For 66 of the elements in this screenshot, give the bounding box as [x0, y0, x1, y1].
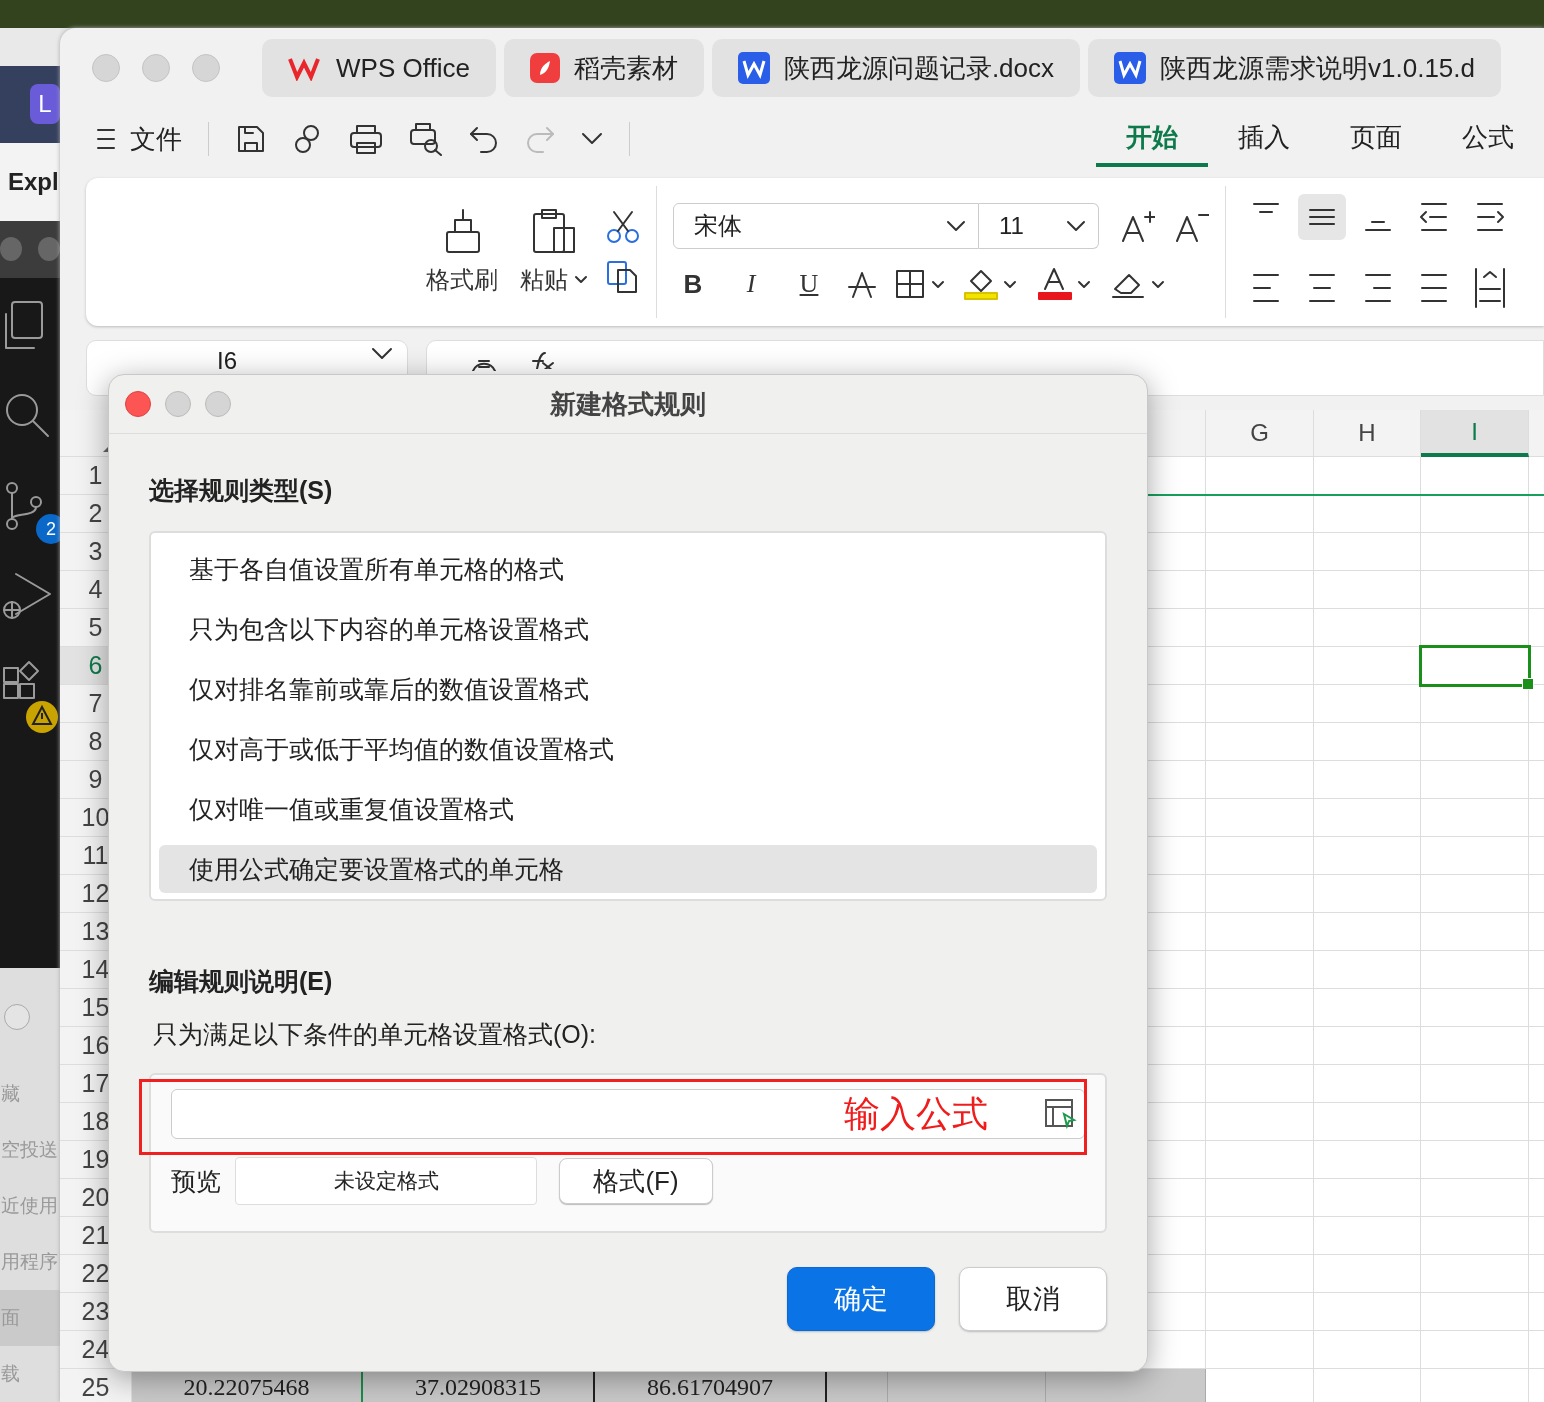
- fill-color-icon[interactable]: [963, 267, 1019, 301]
- section-heading: 编辑规则说明(E): [149, 966, 334, 997]
- run-debug-icon[interactable]: [2, 570, 52, 622]
- document-tab[interactable]: 陕西龙源需求说明v1.0.15.d: [1088, 39, 1502, 97]
- column-header[interactable]: I: [1421, 410, 1529, 457]
- underline-button[interactable]: U: [789, 269, 829, 299]
- borders-icon[interactable]: [895, 269, 945, 299]
- notification-badge: 2: [36, 514, 60, 544]
- align-middle-icon[interactable]: [1298, 193, 1346, 240]
- format-button[interactable]: 格式(F): [559, 1158, 713, 1204]
- condition-label: 只为满足以下条件的单元格设置格式(O):: [153, 1019, 598, 1050]
- section-heading: 选择规则类型(S): [149, 475, 334, 506]
- document-tab[interactable]: 陕西龙源问题记录.docx: [711, 39, 1081, 97]
- range-select-icon[interactable]: [1044, 1098, 1078, 1130]
- font-select[interactable]: 宋体: [673, 203, 979, 249]
- document-tab[interactable]: 稻壳素材: [503, 39, 704, 97]
- paste-button[interactable]: 粘贴: [516, 208, 592, 296]
- extensions-icon[interactable]: [2, 660, 40, 700]
- annotation-text: 输入公式: [844, 1091, 988, 1136]
- window-button[interactable]: [38, 237, 60, 262]
- undo-icon[interactable]: [469, 124, 499, 154]
- rule-type-option[interactable]: 只为包含以下内容的单元格设置格式: [159, 599, 1097, 659]
- clipboard-icon[interactable]: [532, 208, 576, 254]
- formula-field[interactable]: 输入公式: [171, 1089, 1085, 1139]
- font-grow-icon[interactable]: [1121, 209, 1155, 243]
- rule-type-option[interactable]: 基于各自值设置所有单元格的格式: [159, 539, 1097, 599]
- copy-icon[interactable]: [606, 260, 640, 294]
- preview-label: 预览: [171, 1165, 221, 1197]
- cancel-button[interactable]: 取消: [959, 1267, 1107, 1331]
- bold-button[interactable]: B: [673, 268, 713, 300]
- close-button[interactable]: [125, 391, 151, 417]
- ok-button[interactable]: 确定: [787, 1267, 935, 1331]
- ribbon-tab[interactable]: 页面: [1320, 111, 1432, 167]
- print-icon[interactable]: [349, 123, 383, 155]
- document-icon: [1114, 52, 1147, 84]
- dialog-title: 新建格式规则: [550, 387, 706, 421]
- chevron-down-icon[interactable]: [371, 347, 393, 361]
- format-preview: 未设定格式: [235, 1157, 537, 1205]
- chevron-down-icon[interactable]: [1066, 220, 1086, 232]
- wps-logo-icon: [288, 55, 322, 81]
- panel-title: Expl: [8, 167, 59, 196]
- rule-type-option[interactable]: 仅对排名靠前或靠后的数值设置格式: [159, 659, 1097, 719]
- print-preview-icon[interactable]: [409, 122, 443, 156]
- docer-logo-icon: [529, 53, 560, 83]
- ribbon-tab[interactable]: 插入: [1208, 111, 1320, 167]
- app-badge[interactable]: L: [30, 84, 60, 125]
- font-size-select[interactable]: 11: [979, 203, 1099, 249]
- chevron-down-icon[interactable]: [581, 132, 603, 146]
- save-icon[interactable]: [235, 123, 267, 155]
- ribbon-tab[interactable]: 开始: [1096, 111, 1208, 167]
- rule-type-option[interactable]: 仅对高于或低于平均值的数值设置格式: [159, 719, 1097, 779]
- selected-cell[interactable]: [1419, 645, 1531, 687]
- ribbon-tab[interactable]: 公式: [1432, 111, 1544, 167]
- chevron-down-icon[interactable]: [946, 220, 966, 232]
- document-tab[interactable]: WPS Office: [262, 39, 496, 97]
- italic-button[interactable]: I: [731, 269, 771, 299]
- format-painter-button[interactable]: 格式刷: [422, 208, 502, 296]
- font-color-icon[interactable]: [1037, 267, 1093, 301]
- strikethrough-icon[interactable]: [847, 269, 877, 299]
- caret-icon[interactable]: [574, 275, 588, 285]
- cut-icon[interactable]: [606, 210, 640, 244]
- rule-type-option[interactable]: 使用公式确定要设置格式的单元格: [159, 845, 1097, 893]
- menu-icon[interactable]: [96, 127, 116, 151]
- rule-type-option[interactable]: 仅对唯一值或重复值设置格式: [159, 779, 1097, 839]
- document-icon: [737, 52, 770, 84]
- file-menu[interactable]: 文件: [96, 121, 182, 157]
